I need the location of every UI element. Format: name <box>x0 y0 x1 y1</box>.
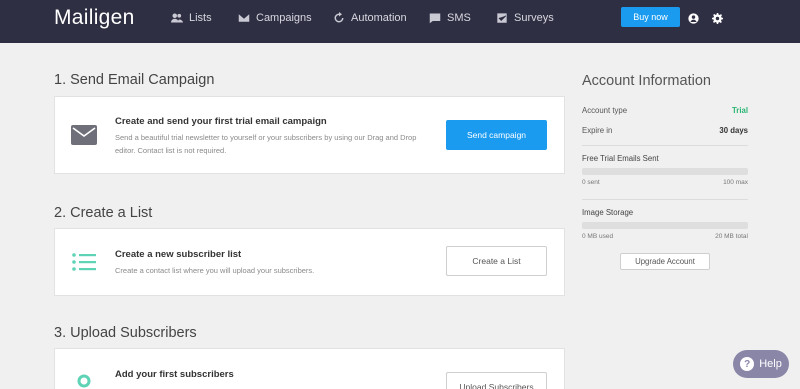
list-icon <box>71 252 97 277</box>
chat-icon <box>429 13 441 24</box>
upload-heading: Add your first subscribers <box>115 369 234 380</box>
section-title-create-list: 2. Create a List <box>54 205 153 221</box>
send-email-heading: Create and send your first trial email c… <box>115 116 327 127</box>
buy-now-button[interactable]: Buy now <box>621 7 680 27</box>
nav-automation-label: Automation <box>351 12 407 24</box>
send-campaign-button[interactable]: Send campaign <box>446 120 547 150</box>
top-navbar: Mailigen Lists Campaigns Automation SMS … <box>0 0 800 43</box>
question-icon: ? <box>740 357 755 371</box>
nav-campaigns-label: Campaigns <box>256 12 312 24</box>
create-list-button[interactable]: Create a List <box>446 246 547 276</box>
expire-label: Expire in <box>582 126 613 135</box>
divider <box>582 199 748 200</box>
divider <box>582 145 748 146</box>
emails-sent-range: 0 sent 100 max <box>582 179 748 186</box>
expire-value: 30 days <box>719 126 748 135</box>
section-title-send-email: 1. Send Email Campaign <box>54 72 215 88</box>
account-type-value: Trial <box>731 106 748 115</box>
account-info-title: Account Information <box>582 73 711 89</box>
nav-lists[interactable]: Lists <box>171 10 212 26</box>
emails-sent-max: 100 max <box>723 179 748 186</box>
image-storage-label: Image Storage <box>582 208 634 217</box>
nav-lists-label: Lists <box>189 12 212 24</box>
image-storage-min: 0 MB used <box>582 233 614 240</box>
nav-campaigns[interactable]: Campaigns <box>238 10 312 26</box>
create-list-heading: Create a new subscriber list <box>115 249 242 260</box>
checkbox-icon <box>496 12 508 24</box>
people-icon <box>171 13 183 23</box>
section-title-upload: 3. Upload Subscribers <box>54 325 197 341</box>
create-list-description: Create a contact list where you will upl… <box>115 266 315 275</box>
nav-surveys[interactable]: Surveys <box>496 10 554 26</box>
expire-row: Expire in 30 days <box>582 126 748 135</box>
nav-automation[interactable]: Automation <box>333 10 407 26</box>
envelope-icon <box>71 125 97 150</box>
emails-sent-meter <box>582 168 748 175</box>
account-type-label: Account type <box>582 106 628 115</box>
help-button[interactable]: ? Help <box>733 350 789 378</box>
upload-subscribers-card: Add your first subscribers Upload Subscr… <box>54 348 565 389</box>
image-storage-meter <box>582 222 748 229</box>
nav-sms[interactable]: SMS <box>429 10 471 26</box>
mailigen-logo[interactable]: Mailigen <box>54 6 135 30</box>
gear-icon[interactable] <box>712 11 723 24</box>
send-email-card: Create and send your first trial email c… <box>54 96 565 174</box>
upgrade-account-button[interactable]: Upgrade Account <box>620 253 710 270</box>
help-label: Help <box>759 358 782 370</box>
emails-sent-min: 0 sent <box>582 179 600 186</box>
upload-subscribers-button[interactable]: Upload Subscribers <box>446 372 547 389</box>
nav-surveys-label: Surveys <box>514 12 554 24</box>
emails-sent-label: Free Trial Emails Sent <box>582 154 659 163</box>
image-storage-max: 20 MB total <box>715 233 748 240</box>
circle-icon <box>77 374 91 389</box>
nav-sms-label: SMS <box>447 12 471 24</box>
account-type-row: Account type Trial <box>582 106 748 115</box>
refresh-icon <box>334 12 344 23</box>
send-email-description: Send a beautiful trial newsletter to you… <box>115 133 417 155</box>
user-icon[interactable] <box>688 11 699 24</box>
create-list-card: Create a new subscriber list Create a co… <box>54 228 565 296</box>
envelope-icon <box>238 14 250 22</box>
image-storage-range: 0 MB used 20 MB total <box>582 233 748 240</box>
